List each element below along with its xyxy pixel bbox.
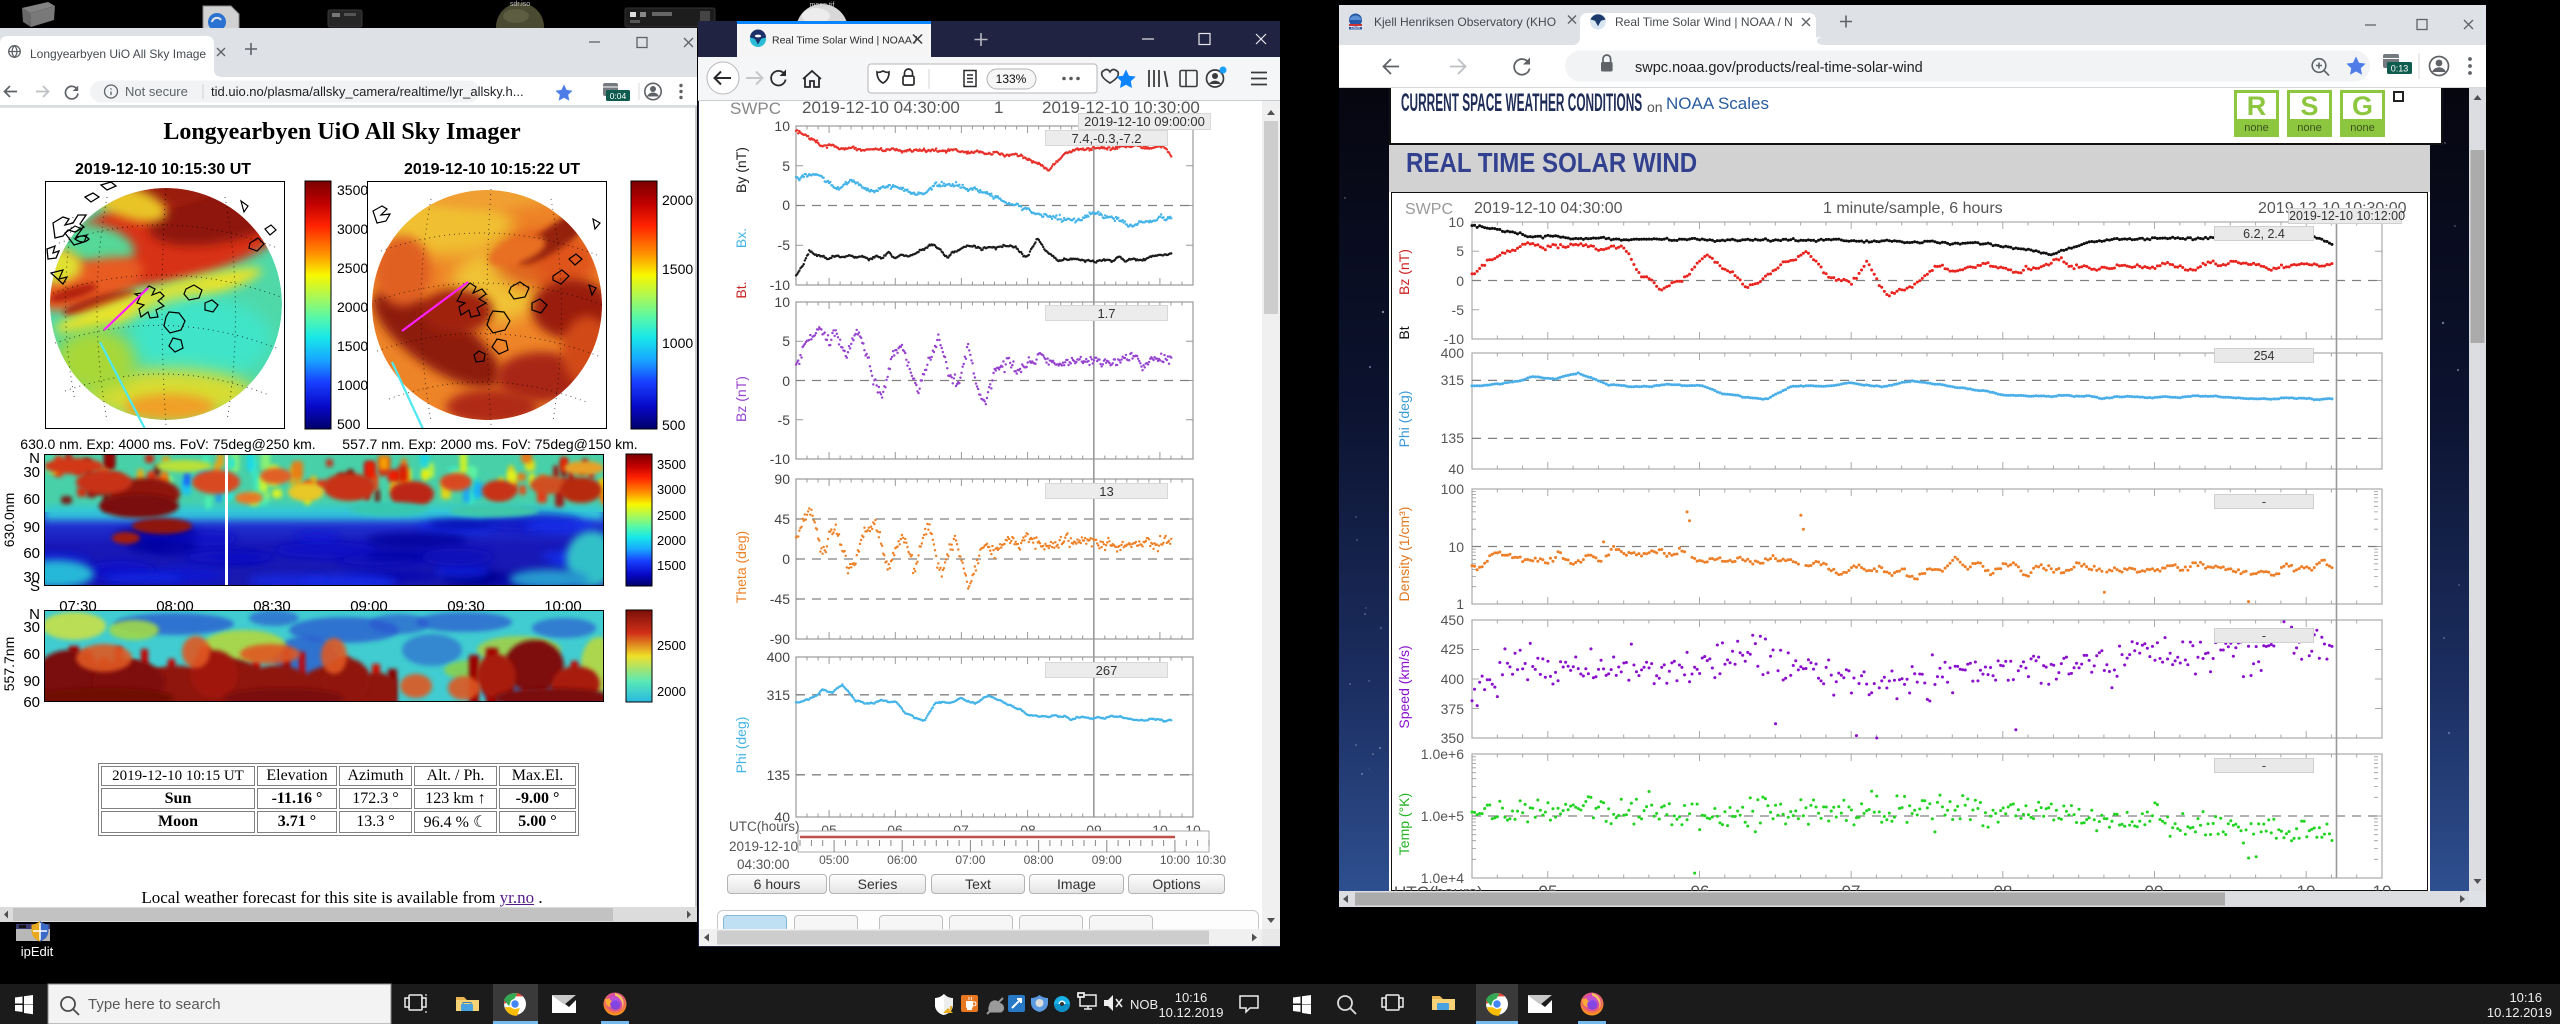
svg-text:45: 45 (774, 511, 790, 527)
svg-text:315: 315 (1441, 372, 1465, 388)
svg-text:0: 0 (782, 373, 790, 389)
svg-text:10.12.2019: 10.12.2019 (2487, 1005, 2552, 1020)
svg-text:Not secure: Not secure (125, 84, 188, 99)
svg-text:10:16: 10:16 (2509, 990, 2542, 1005)
svg-text:-90: -90 (770, 631, 790, 647)
svg-text:Longyearbyen UiO All Sky Image: Longyearbyen UiO All Sky Image (30, 47, 206, 61)
svg-text:NOB: NOB (1130, 997, 1158, 1012)
svg-text:400: 400 (1441, 345, 1465, 361)
svg-text:10: 10 (1448, 539, 1464, 555)
svg-text:1500: 1500 (337, 338, 368, 354)
svg-text:-45: -45 (770, 591, 790, 607)
svg-text:3000: 3000 (337, 221, 368, 237)
svg-text:10:30: 10:30 (1196, 853, 1226, 867)
svg-text:2500: 2500 (337, 260, 368, 276)
svg-text:400: 400 (767, 649, 791, 665)
svg-text:sdr.iso: sdr.iso (510, 1, 530, 8)
svg-text:1.0e+6: 1.0e+6 (1421, 746, 1464, 762)
svg-text:UNIS: UNIS (1351, 25, 1361, 30)
svg-text:1000: 1000 (662, 335, 693, 351)
svg-text:10:00: 10:00 (1160, 853, 1190, 867)
svg-text:moon.tif: moon.tif (810, 2, 835, 9)
svg-text:tid.uio.no/plasma/allsky_camer: tid.uio.no/plasma/allsky_camera/realtime… (211, 84, 524, 99)
svg-text:315: 315 (767, 687, 791, 703)
svg-text:10:16: 10:16 (1175, 990, 1208, 1005)
svg-text:0: 0 (1456, 273, 1464, 289)
svg-text:450: 450 (1441, 612, 1465, 628)
svg-text:-10: -10 (770, 277, 790, 293)
svg-text:350: 350 (1441, 730, 1465, 746)
svg-text:05:00: 05:00 (819, 853, 849, 867)
svg-text:2000: 2000 (657, 533, 686, 548)
svg-text:425: 425 (1441, 641, 1465, 657)
svg-text:500: 500 (662, 417, 686, 433)
svg-text:-5: -5 (1452, 302, 1465, 318)
svg-text:400: 400 (1441, 671, 1465, 687)
svg-text:40: 40 (1448, 461, 1464, 477)
svg-text:10: 10 (774, 294, 790, 310)
svg-text:5: 5 (1456, 243, 1464, 259)
svg-text:2000: 2000 (662, 192, 693, 208)
svg-text:08:00: 08:00 (1024, 853, 1054, 867)
svg-text:10.12.2019: 10.12.2019 (1158, 1005, 1223, 1020)
svg-text:-5: -5 (778, 412, 791, 428)
svg-text:3500: 3500 (657, 457, 686, 472)
svg-text:-5: -5 (778, 237, 791, 253)
svg-text:1000: 1000 (337, 377, 368, 393)
svg-text:2500: 2500 (657, 508, 686, 523)
svg-text:1500: 1500 (657, 558, 686, 573)
svg-text:-10: -10 (770, 451, 790, 467)
svg-text:2000: 2000 (337, 299, 368, 315)
svg-text:500: 500 (337, 416, 361, 432)
svg-text:5: 5 (782, 158, 790, 174)
svg-text:10: 10 (1448, 214, 1464, 230)
svg-text:1500: 1500 (662, 261, 693, 277)
svg-text:5: 5 (782, 333, 790, 349)
svg-text:0:04: 0:04 (610, 91, 627, 101)
svg-text:3500: 3500 (337, 182, 368, 198)
svg-text:375: 375 (1441, 701, 1465, 717)
svg-text:1: 1 (1456, 596, 1464, 612)
svg-text:1.0e+5: 1.0e+5 (1421, 808, 1464, 824)
svg-text:09:00: 09:00 (1092, 853, 1122, 867)
svg-text:0: 0 (782, 551, 790, 567)
svg-text:07:00: 07:00 (955, 853, 985, 867)
svg-text:100: 100 (1441, 481, 1465, 497)
svg-text:Type here to search: Type here to search (88, 996, 221, 1013)
svg-text:10: 10 (774, 118, 790, 134)
svg-text:90: 90 (774, 471, 790, 487)
svg-text:2500: 2500 (657, 638, 686, 653)
svg-text:133%: 133% (996, 72, 1027, 86)
svg-text:3000: 3000 (657, 482, 686, 497)
svg-text:ipEdit: ipEdit (21, 944, 54, 959)
svg-text:2000: 2000 (657, 684, 686, 699)
svg-text:0: 0 (782, 197, 790, 213)
svg-text:135: 135 (767, 767, 791, 783)
svg-text:06:00: 06:00 (887, 853, 917, 867)
svg-text:135: 135 (1441, 430, 1465, 446)
svg-text:Real Time Solar Wind | NOAA /: Real Time Solar Wind | NOAA / (772, 35, 917, 47)
